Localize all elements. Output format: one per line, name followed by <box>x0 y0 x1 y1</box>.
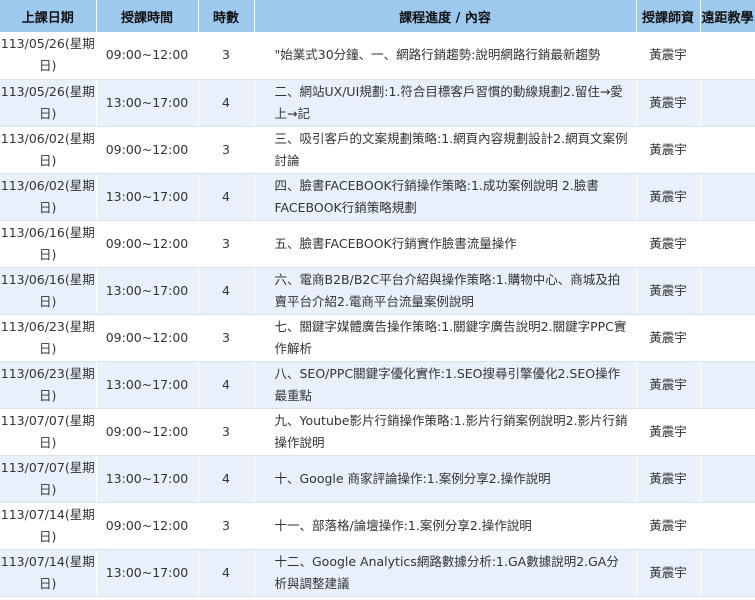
cell-hours: 3 <box>198 408 255 456</box>
cell-time: 09:00~12:00 <box>96 32 199 80</box>
course-schedule-table: 上課日期 授課時間 時數 課程進度 / 內容 授課師資 遠距教學 113/05/… <box>0 0 755 597</box>
cell-hours: 4 <box>198 361 255 409</box>
cell-content: 八、SEO/PPC關鍵字優化實作:1.SEO搜尋引擎優化2.SEO操作最重點 <box>254 361 637 409</box>
cell-teacher: 黃震宇 <box>636 361 701 409</box>
cell-date: 113/06/23(星期日) <box>0 361 97 409</box>
cell-teacher: 黃震宇 <box>636 126 701 174</box>
table-body: 113/05/26(星期日) 09:00~12:00 3 "始業式30分鐘、一、網路行… <box>0 32 755 597</box>
cell-hours: 4 <box>198 267 255 315</box>
header-remote: 遠距教學 <box>700 0 755 32</box>
header-content: 課程進度 / 內容 <box>254 0 637 32</box>
cell-time: 13:00~17:00 <box>96 173 199 221</box>
cell-remote <box>700 32 755 80</box>
cell-hours: 4 <box>198 79 255 127</box>
cell-time: 13:00~17:00 <box>96 267 199 315</box>
cell-content: 五、臉書FACEBOOK行銷實作臉書流量操作 <box>254 220 637 268</box>
cell-teacher: 黃震宇 <box>636 549 701 597</box>
cell-teacher: 黃震宇 <box>636 408 701 456</box>
cell-remote <box>700 455 755 503</box>
cell-teacher: 黃震宇 <box>636 502 701 550</box>
cell-hours: 3 <box>198 314 255 362</box>
cell-hours: 4 <box>198 173 255 221</box>
cell-time: 13:00~17:00 <box>96 361 199 409</box>
cell-date: 113/06/02(星期日) <box>0 126 97 174</box>
table-row: 113/06/23(星期日) 09:00~12:00 3 七、關鍵字媒體廣告操作策略:… <box>0 314 755 362</box>
table-row: 113/06/16(星期日) 13:00~17:00 4 六、電商B2B/B2C平台介… <box>0 267 755 315</box>
cell-time: 09:00~12:00 <box>96 220 199 268</box>
cell-date: 113/07/07(星期日) <box>0 408 97 456</box>
cell-date: 113/05/26(星期日) <box>0 79 97 127</box>
table-header: 上課日期 授課時間 時數 課程進度 / 內容 授課師資 遠距教學 <box>0 0 755 32</box>
cell-teacher: 黃震宇 <box>636 173 701 221</box>
cell-remote <box>700 126 755 174</box>
cell-content: 七、關鍵字媒體廣告操作策略:1.關鍵字廣告說明2.關鍵字PPC實作解析 <box>254 314 637 362</box>
cell-date: 113/06/23(星期日) <box>0 314 97 362</box>
cell-content: "始業式30分鐘、一、網路行銷趨勢:說明網路行銷最新趨勢 <box>254 32 637 80</box>
cell-date: 113/07/14(星期日) <box>0 502 97 550</box>
table-row: 113/07/07(星期日) 09:00~12:00 3 九、Youtube影片行銷操… <box>0 408 755 456</box>
cell-teacher: 黃震宇 <box>636 455 701 503</box>
cell-remote <box>700 502 755 550</box>
cell-hours: 3 <box>198 220 255 268</box>
table-row: 113/07/14(星期日) 09:00~12:00 3 十一、部落格/論壇操作:1.… <box>0 502 755 550</box>
cell-hours: 3 <box>198 126 255 174</box>
cell-teacher: 黃震宇 <box>636 79 701 127</box>
table-row: 113/06/16(星期日) 09:00~12:00 3 五、臉書FACEBOOK行銷… <box>0 220 755 268</box>
cell-teacher: 黃震宇 <box>636 314 701 362</box>
table-row: 113/06/02(星期日) 13:00~17:00 4 四、臉書FACEBOOK行銷… <box>0 173 755 221</box>
cell-remote <box>700 549 755 597</box>
cell-date: 113/06/16(星期日) <box>0 267 97 315</box>
cell-remote <box>700 314 755 362</box>
cell-content: 三、吸引客戶的文案規劃策略:1.網頁內容規劃設計2.網頁文案例討論 <box>254 126 637 174</box>
cell-remote <box>700 408 755 456</box>
table-row: 113/07/07(星期日) 13:00~17:00 4 十、Google 商家評論操… <box>0 455 755 503</box>
cell-remote <box>700 173 755 221</box>
header-hours: 時數 <box>198 0 255 32</box>
cell-time: 09:00~12:00 <box>96 126 199 174</box>
table-row: 113/05/26(星期日) 13:00~17:00 4 二、網站UX/UI規劃:1.… <box>0 79 755 127</box>
cell-time: 09:00~12:00 <box>96 502 199 550</box>
cell-remote <box>700 267 755 315</box>
cell-date: 113/07/07(星期日) <box>0 455 97 503</box>
cell-hours: 3 <box>198 502 255 550</box>
header-time: 授課時間 <box>96 0 199 32</box>
cell-content: 十、Google 商家評論操作:1.案例分享2.操作說明 <box>254 455 637 503</box>
cell-teacher: 黃震宇 <box>636 267 701 315</box>
cell-time: 09:00~12:00 <box>96 408 199 456</box>
cell-time: 13:00~17:00 <box>96 455 199 503</box>
cell-time: 09:00~12:00 <box>96 314 199 362</box>
table-row: 113/06/23(星期日) 13:00~17:00 4 八、SEO/PPC關鍵字優化… <box>0 361 755 409</box>
cell-content: 九、Youtube影片行銷操作策略:1.影片行銷案例說明2.影片行銷操作說明 <box>254 408 637 456</box>
cell-remote <box>700 79 755 127</box>
cell-hours: 3 <box>198 32 255 80</box>
cell-date: 113/06/16(星期日) <box>0 220 97 268</box>
cell-hours: 4 <box>198 549 255 597</box>
cell-remote <box>700 361 755 409</box>
header-row: 上課日期 授課時間 時數 課程進度 / 內容 授課師資 遠距教學 <box>0 0 755 32</box>
cell-content: 四、臉書FACEBOOK行銷操作策略:1.成功案例說明 2.臉書FACEBOOK… <box>254 173 637 221</box>
cell-time: 13:00~17:00 <box>96 549 199 597</box>
header-date: 上課日期 <box>0 0 97 32</box>
table-row: 113/07/14(星期日) 13:00~17:00 4 十二、Google Anal… <box>0 549 755 597</box>
table-row: 113/06/02(星期日) 09:00~12:00 3 三、吸引客戶的文案規劃策略:… <box>0 126 755 174</box>
cell-content: 二、網站UX/UI規劃:1.符合目標客戶習慣的動線規劃2.留住→愛上→記 <box>254 79 637 127</box>
cell-content: 十二、Google Analytics網路數據分析:1.GA數據說明2.GA分析… <box>254 549 637 597</box>
cell-hours: 4 <box>198 455 255 503</box>
cell-teacher: 黃震宇 <box>636 32 701 80</box>
cell-date: 113/06/02(星期日) <box>0 173 97 221</box>
cell-content: 六、電商B2B/B2C平台介紹與操作策略:1.購物中心、商城及拍賣平台介紹2.電… <box>254 267 637 315</box>
cell-date: 113/05/26(星期日) <box>0 32 97 80</box>
cell-date: 113/07/14(星期日) <box>0 549 97 597</box>
cell-remote <box>700 220 755 268</box>
table-row: 113/05/26(星期日) 09:00~12:00 3 "始業式30分鐘、一、網路行… <box>0 32 755 80</box>
cell-teacher: 黃震宇 <box>636 220 701 268</box>
cell-content: 十一、部落格/論壇操作:1.案例分享2.操作說明 <box>254 502 637 550</box>
header-teacher: 授課師資 <box>636 0 701 32</box>
cell-time: 13:00~17:00 <box>96 79 199 127</box>
